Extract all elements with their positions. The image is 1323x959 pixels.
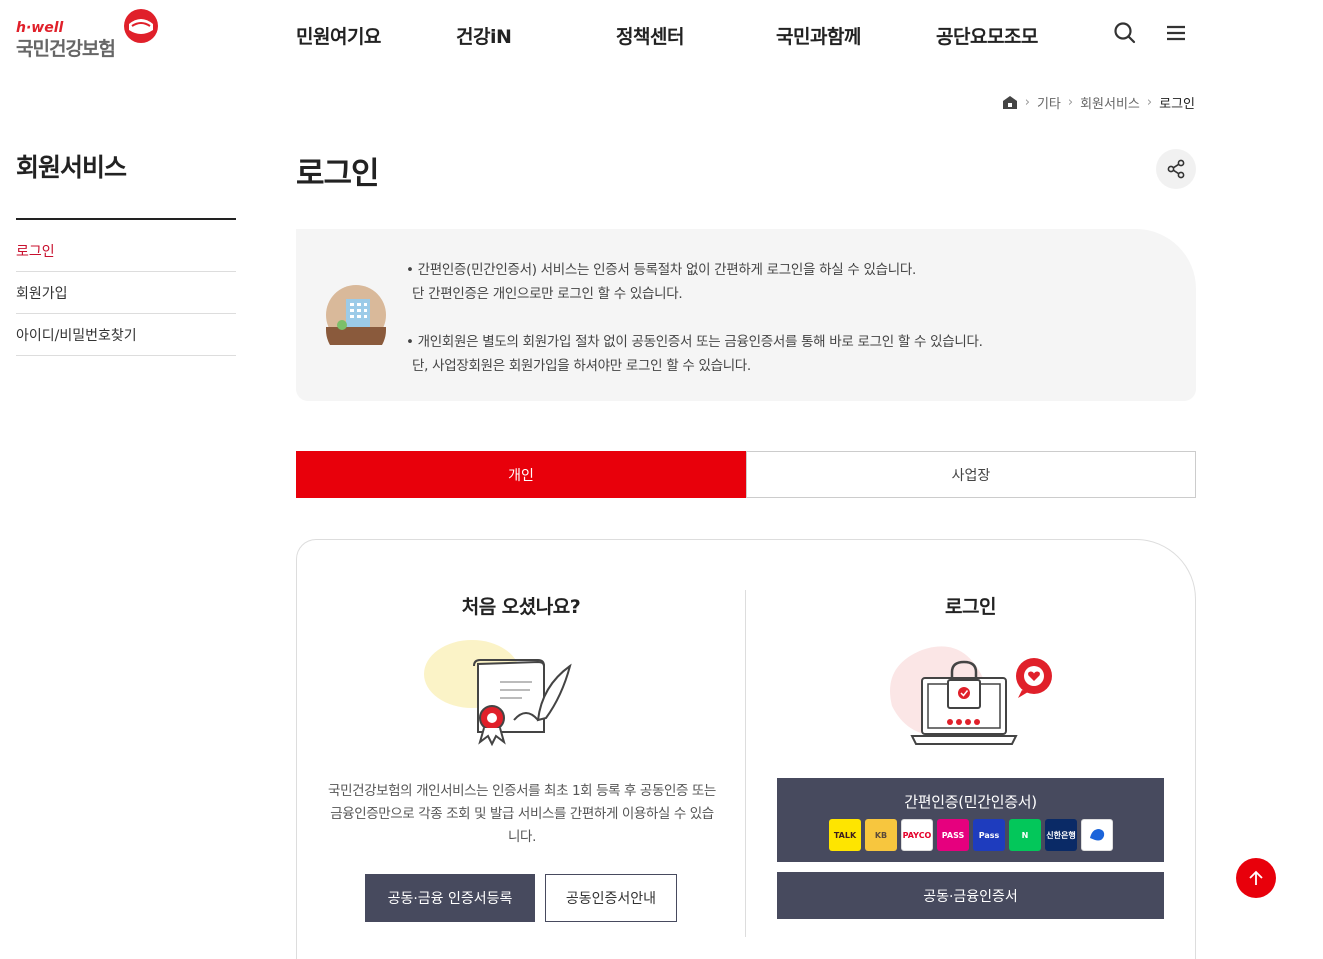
login-title: 로그인 [945, 596, 996, 618]
breadcrumb-current: 로그인 [1159, 97, 1195, 112]
scroll-top-button[interactable] [1236, 858, 1276, 898]
notice-line: 단 간편인증은 개인으로만 로그인 할 수 있습니다. [412, 286, 683, 302]
kakao-talk-icon: TALK [829, 819, 861, 851]
nav-item-2[interactable]: 건강iN [456, 22, 512, 49]
nav-item-1[interactable]: 민원여기요 [296, 22, 381, 49]
pass-icon: PASS [937, 819, 969, 851]
simple-auth-label: 간편인증(민간인증서) [904, 793, 1037, 811]
breadcrumb-item[interactable]: 회원서비스 [1080, 93, 1140, 112]
notice-box: • 간편인증(민간인증서) 서비스는 인증서 등록절차 없이 간편하게 로그인을… [296, 229, 1196, 401]
notice-line: • 개인회원은 별도의 회원가입 절차 없이 공동인증서 또는 금융인증서를 통… [406, 334, 983, 350]
logo[interactable]: h·well 국민건강보험 [16, 8, 161, 60]
first-visit-title: 처음 오셨나요? [461, 596, 581, 618]
first-visit-description: 국민건강보험의 개인서비스는 인증서를 최초 1회 등록 후 공동인증 또는 금… [328, 783, 716, 845]
laptop-lock-icon [890, 646, 1052, 745]
search-icon[interactable] [1112, 20, 1138, 46]
nav-item-4[interactable]: 국민과함께 [776, 22, 861, 49]
hamburger-menu-icon[interactable] [1163, 20, 1189, 46]
naver-icon: N [1009, 819, 1041, 851]
chevron-right-icon: › [1024, 95, 1030, 110]
simple-auth-button[interactable]: 간편인증(민간인증서) TALK KB PAYCO PASS Pass N 신한은행 [777, 778, 1164, 862]
certificate-quill-icon [424, 640, 572, 747]
breadcrumb: › 기타 › 회원서비스 › 로그인 [1002, 93, 1195, 112]
logo-mask-icon [124, 9, 158, 43]
sidebar-item-label: 아이디/비밀번호찾기 [16, 327, 137, 344]
sidebar-item-label: 로그인 [16, 243, 55, 260]
chevron-right-icon: › [1146, 95, 1153, 110]
card-divider [745, 590, 746, 937]
samsung-pass-icon: Pass [973, 819, 1005, 851]
chevron-right-icon: › [1067, 95, 1074, 110]
nav-item-5[interactable]: 공단요모조모 [936, 22, 1038, 49]
breadcrumb-item[interactable]: 기타 [1037, 93, 1061, 112]
logo-korean: 국민건강보험 [16, 38, 116, 60]
tab-personal[interactable]: 개인 [296, 451, 746, 498]
arrow-up-icon [1249, 870, 1263, 885]
home-icon[interactable] [1002, 95, 1018, 110]
shinhan-icon: 신한은행 [1045, 819, 1077, 851]
provider-list: TALK KB PAYCO PASS Pass N 신한은행 [829, 819, 1113, 851]
building-icon [326, 285, 386, 345]
tab-business[interactable]: 사업장 [746, 451, 1196, 498]
certificate-login-button[interactable]: 공동·금융인증서 [777, 872, 1164, 919]
notice-line: • 간편인증(민간인증서) 서비스는 인증서 등록절차 없이 간편하게 로그인을… [406, 262, 916, 278]
sidebar-item-label: 회원가입 [16, 285, 68, 302]
sidebar-divider [16, 218, 236, 220]
page-title: 로그인 [296, 156, 380, 192]
nav-item-3[interactable]: 정책센터 [616, 22, 684, 49]
notice-line: 단, 사업장회원은 회원가입을 하셔야만 로그인 할 수 있습니다. [412, 358, 751, 374]
payco-icon: PAYCO [901, 819, 933, 851]
share-icon [1167, 159, 1185, 179]
sidebar-item-login[interactable]: 로그인 [16, 230, 236, 272]
register-certificate-button[interactable]: 공동·금융 인증서등록 [365, 874, 535, 922]
sidebar-item-find-account[interactable]: 아이디/비밀번호찾기 [16, 314, 236, 356]
share-button[interactable] [1156, 149, 1196, 189]
certificate-guide-button[interactable]: 공동인증서안내 [545, 874, 677, 922]
toss-icon [1081, 819, 1113, 851]
sidebar-item-signup[interactable]: 회원가입 [16, 272, 236, 314]
kb-icon: KB [865, 819, 897, 851]
sidebar-title: 회원서비스 [16, 153, 127, 182]
